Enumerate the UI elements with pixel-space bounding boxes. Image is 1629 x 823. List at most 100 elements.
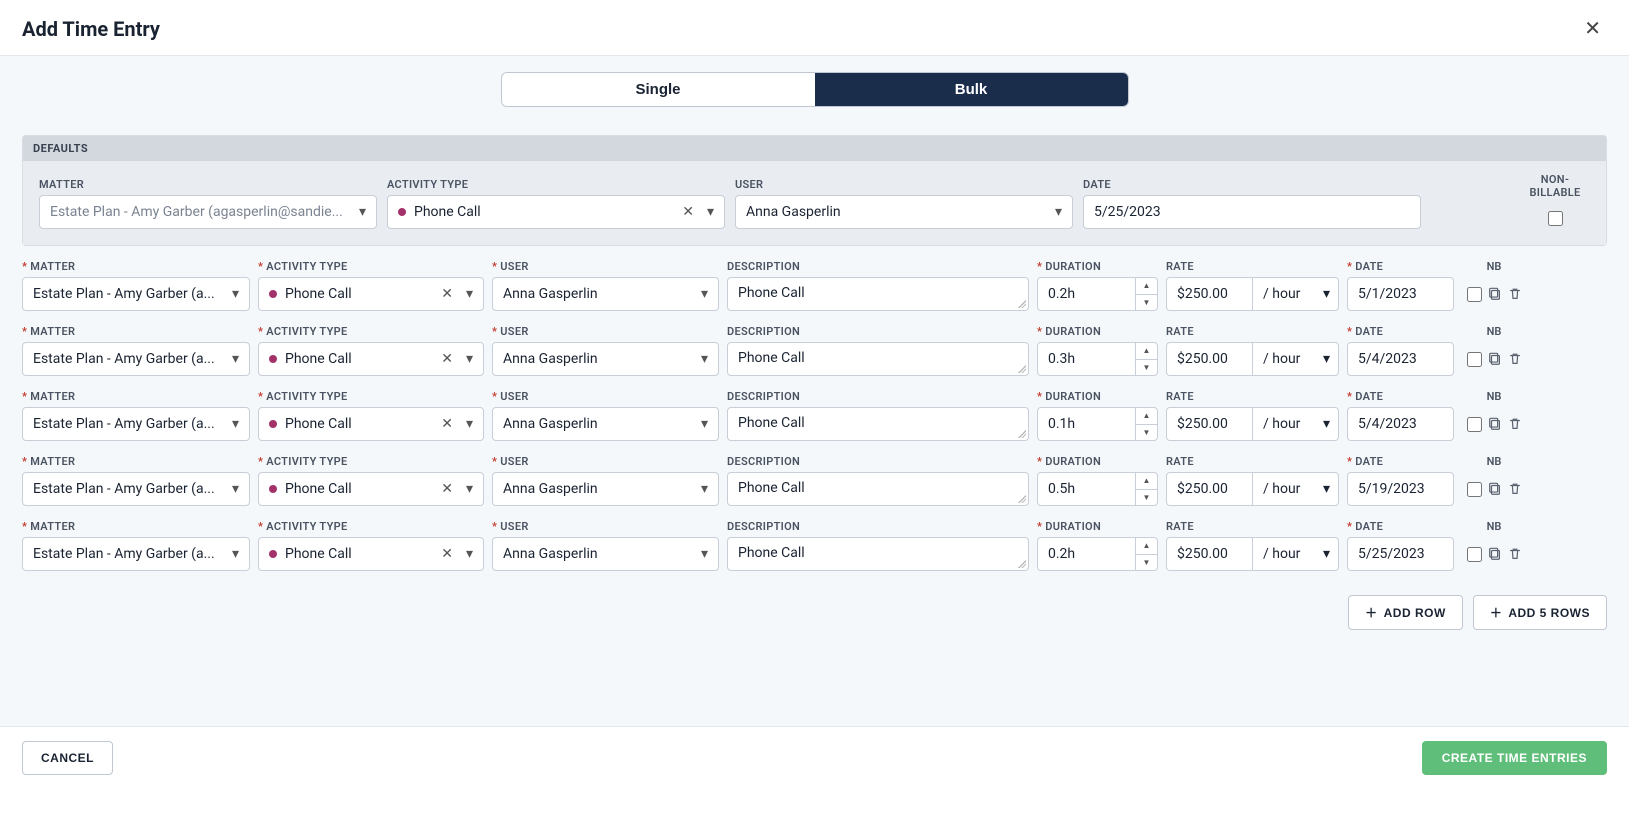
row-rate-unit-select[interactable]: / hour ▾ [1252, 472, 1339, 506]
row-rate-unit-select[interactable]: / hour ▾ [1252, 277, 1339, 311]
clear-icon[interactable]: ✕ [441, 546, 453, 562]
copy-icon[interactable] [1488, 417, 1502, 431]
clear-icon[interactable]: ✕ [441, 416, 453, 432]
stepper-down-icon[interactable]: ▼ [1136, 555, 1157, 571]
row-rate-unit-select[interactable]: / hour ▾ [1252, 537, 1339, 571]
row-nb-checkbox[interactable] [1467, 482, 1482, 497]
add-5-rows-button[interactable]: ＋ ADD 5 ROWS [1473, 595, 1607, 630]
row-rate-unit-select[interactable]: / hour ▾ [1252, 407, 1339, 441]
row-user-label: USER [492, 455, 719, 468]
row-date-label: DATE [1347, 520, 1454, 533]
copy-icon[interactable] [1488, 352, 1502, 366]
row-description-value: Phone Call [738, 480, 805, 496]
row-date-input[interactable]: 5/4/2023 [1347, 407, 1454, 441]
row-rate-input[interactable]: $250.00 [1166, 537, 1252, 571]
chevron-down-icon: ▾ [232, 481, 239, 497]
close-icon: ✕ [1584, 18, 1601, 40]
trash-icon[interactable] [1508, 547, 1522, 561]
trash-icon[interactable] [1508, 352, 1522, 366]
trash-icon[interactable] [1508, 417, 1522, 431]
defaults-activity-select[interactable]: Phone Call ✕ ▾ [387, 195, 725, 229]
row-nb-label: NB [1487, 390, 1502, 403]
row-user-select[interactable]: Anna Gasperlin ▾ [492, 277, 719, 311]
stepper-up-icon[interactable]: ▲ [1136, 408, 1157, 425]
row-date-input[interactable]: 5/19/2023 [1347, 472, 1454, 506]
stepper-up-icon[interactable]: ▲ [1136, 343, 1157, 360]
row-date-value: 5/19/2023 [1358, 481, 1425, 497]
plus-icon: ＋ [1490, 604, 1503, 621]
row-description-input[interactable]: Phone Call [727, 537, 1029, 571]
row-duration-input[interactable]: 0.2h ▲ ▼ [1037, 277, 1158, 311]
row-date-input[interactable]: 5/25/2023 [1347, 537, 1454, 571]
stepper-up-icon[interactable]: ▲ [1136, 538, 1157, 555]
row-matter-select[interactable]: Estate Plan - Amy Garber (a... ▾ [22, 342, 250, 376]
chevron-down-icon: ▾ [701, 481, 708, 497]
row-description-input[interactable]: Phone Call [727, 407, 1029, 441]
row-user-select[interactable]: Anna Gasperlin ▾ [492, 407, 719, 441]
row-activity-select[interactable]: Phone Call ✕ ▾ [258, 472, 484, 506]
chevron-down-icon: ▾ [1055, 204, 1062, 220]
row-rate-unit-select[interactable]: / hour ▾ [1252, 342, 1339, 376]
clear-icon[interactable]: ✕ [441, 351, 453, 367]
row-date-input[interactable]: 5/1/2023 [1347, 277, 1454, 311]
trash-icon[interactable] [1508, 287, 1522, 301]
copy-icon[interactable] [1488, 482, 1502, 496]
tab-single[interactable]: Single [502, 73, 815, 106]
row-duration-input[interactable]: 0.5h ▲ ▼ [1037, 472, 1158, 506]
row-nb-checkbox[interactable] [1467, 547, 1482, 562]
stepper-up-icon[interactable]: ▲ [1136, 473, 1157, 490]
trash-icon[interactable] [1508, 482, 1522, 496]
row-rate-input[interactable]: $250.00 [1166, 277, 1252, 311]
row-activity-value: Phone Call [285, 286, 352, 302]
row-duration-input[interactable]: 0.3h ▲ ▼ [1037, 342, 1158, 376]
row-description-input[interactable]: Phone Call [727, 342, 1029, 376]
close-button[interactable]: ✕ [1578, 16, 1607, 41]
row-description-input[interactable]: Phone Call [727, 472, 1029, 506]
row-activity-label: ACTIVITY TYPE [258, 455, 484, 468]
row-nb-checkbox[interactable] [1467, 417, 1482, 432]
row-matter-label: MATTER [22, 260, 250, 273]
row-nb-checkbox[interactable] [1467, 352, 1482, 367]
row-duration-input[interactable]: 0.2h ▲ ▼ [1037, 537, 1158, 571]
clear-icon[interactable]: ✕ [441, 481, 453, 497]
defaults-date-input[interactable]: 5/25/2023 [1083, 195, 1421, 229]
row-rate-input[interactable]: $250.00 [1166, 342, 1252, 376]
row-activity-select[interactable]: Phone Call ✕ ▾ [258, 342, 484, 376]
stepper-down-icon[interactable]: ▼ [1136, 295, 1157, 311]
stepper-down-icon[interactable]: ▼ [1136, 490, 1157, 506]
defaults-nb-checkbox[interactable] [1548, 211, 1563, 226]
activity-dot-icon [269, 290, 277, 298]
cancel-button[interactable]: CANCEL [22, 741, 113, 775]
add-row-button[interactable]: ＋ ADD ROW [1348, 595, 1463, 630]
row-activity-select[interactable]: Phone Call ✕ ▾ [258, 277, 484, 311]
row-activity-select[interactable]: Phone Call ✕ ▾ [258, 537, 484, 571]
row-user-select[interactable]: Anna Gasperlin ▾ [492, 472, 719, 506]
defaults-user-select[interactable]: Anna Gasperlin ▾ [735, 195, 1073, 229]
row-user-select[interactable]: Anna Gasperlin ▾ [492, 537, 719, 571]
row-user-label: USER [492, 520, 719, 533]
chevron-down-icon: ▾ [466, 416, 473, 432]
stepper-up-icon[interactable]: ▲ [1136, 278, 1157, 295]
row-rate-input[interactable]: $250.00 [1166, 407, 1252, 441]
clear-icon[interactable]: ✕ [682, 204, 694, 220]
row-matter-select[interactable]: Estate Plan - Amy Garber (a... ▾ [22, 407, 250, 441]
row-user-select[interactable]: Anna Gasperlin ▾ [492, 342, 719, 376]
row-rate-input[interactable]: $250.00 [1166, 472, 1252, 506]
defaults-matter-select[interactable]: Estate Plan - Amy Garber (agasperlin@san… [39, 195, 377, 229]
clear-icon[interactable]: ✕ [441, 286, 453, 302]
copy-icon[interactable] [1488, 547, 1502, 561]
row-nb-checkbox[interactable] [1467, 287, 1482, 302]
row-activity-select[interactable]: Phone Call ✕ ▾ [258, 407, 484, 441]
stepper-down-icon[interactable]: ▼ [1136, 425, 1157, 441]
tab-bulk[interactable]: Bulk [815, 73, 1128, 106]
row-matter-select[interactable]: Estate Plan - Amy Garber (a... ▾ [22, 277, 250, 311]
row-matter-label: MATTER [22, 325, 250, 338]
row-matter-select[interactable]: Estate Plan - Amy Garber (a... ▾ [22, 472, 250, 506]
stepper-down-icon[interactable]: ▼ [1136, 360, 1157, 376]
row-description-input[interactable]: Phone Call [727, 277, 1029, 311]
row-duration-input[interactable]: 0.1h ▲ ▼ [1037, 407, 1158, 441]
row-matter-select[interactable]: Estate Plan - Amy Garber (a... ▾ [22, 537, 250, 571]
row-date-input[interactable]: 5/4/2023 [1347, 342, 1454, 376]
create-time-entries-button[interactable]: CREATE TIME ENTRIES [1422, 741, 1607, 775]
copy-icon[interactable] [1488, 287, 1502, 301]
